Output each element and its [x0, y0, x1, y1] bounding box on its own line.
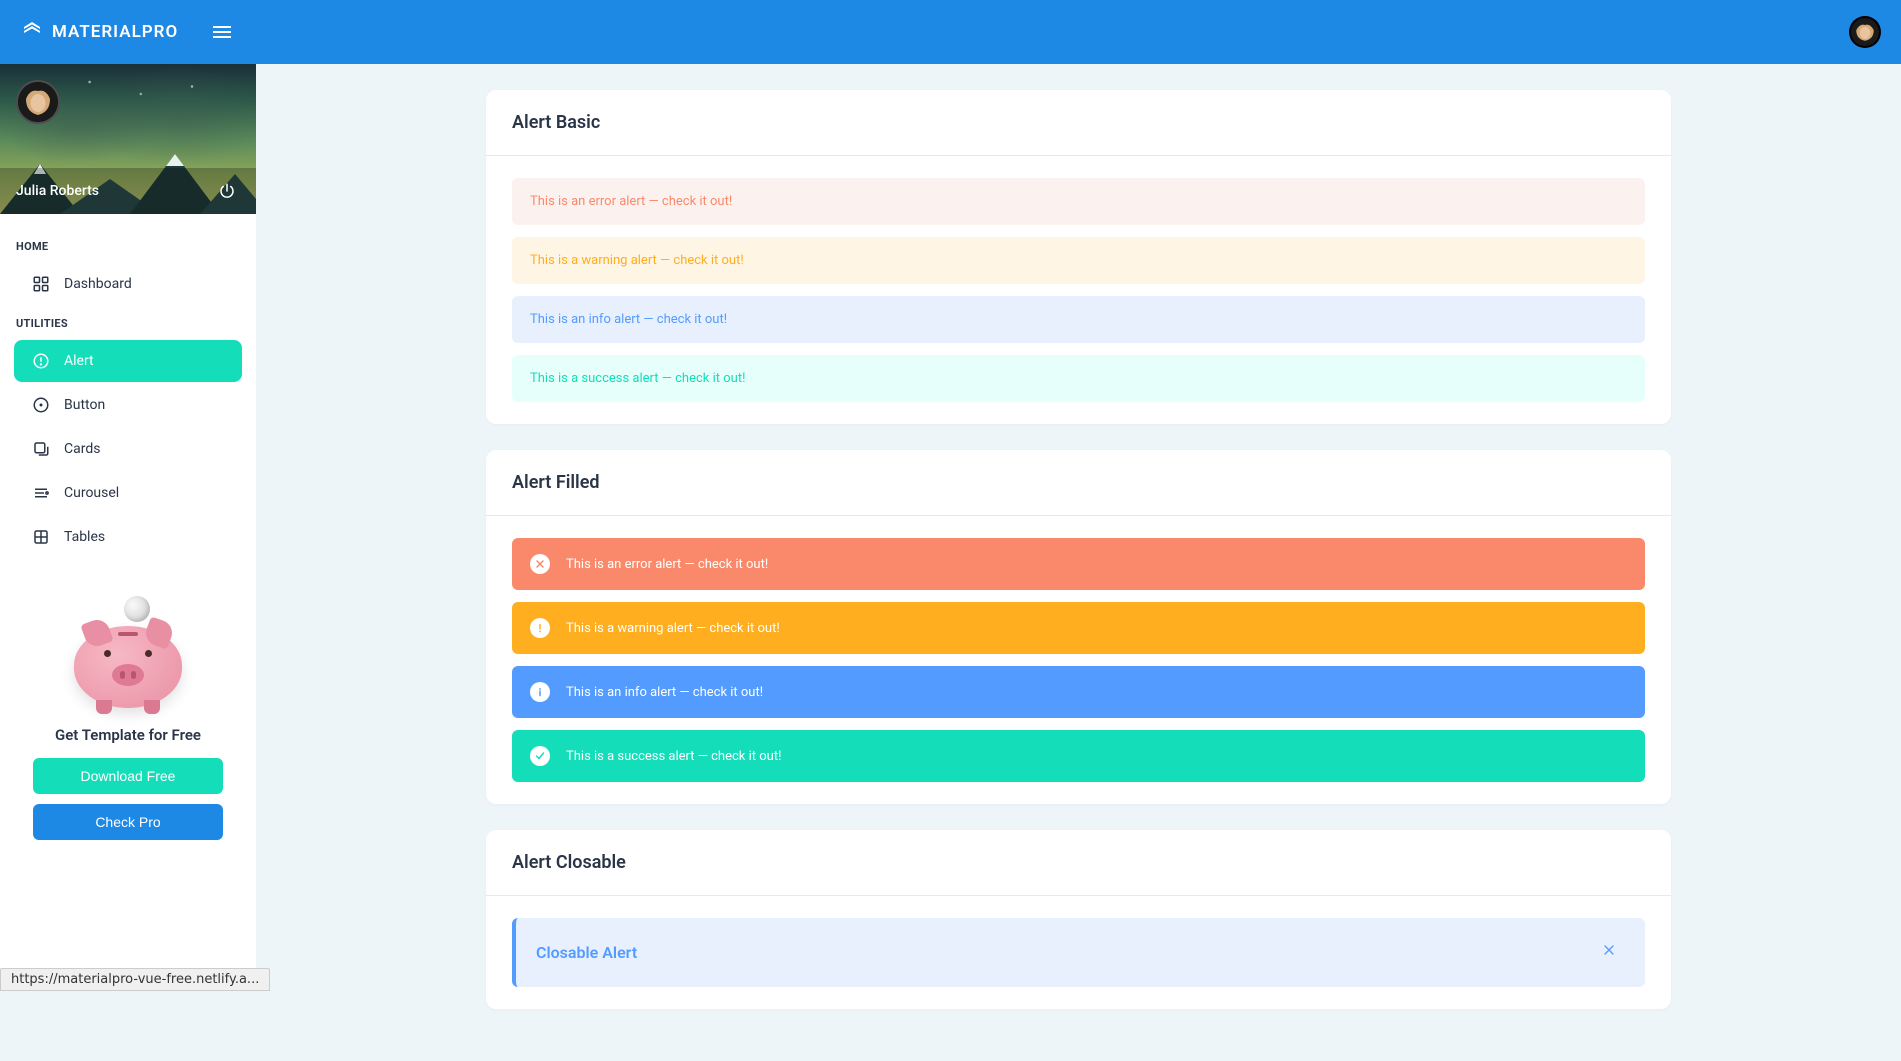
profile-background: Julia Roberts	[0, 64, 256, 214]
alert-text: This is an error alert — check it out!	[530, 194, 732, 209]
user-avatar-button[interactable]	[1849, 16, 1881, 48]
download-free-button[interactable]: Download Free	[33, 758, 223, 794]
menu-toggle-button[interactable]	[202, 12, 242, 52]
alert-closable: Closable Alert	[512, 918, 1645, 987]
promo-box: Get Template for Free Download Free Chec…	[0, 576, 256, 874]
warning-circle-icon	[530, 618, 550, 638]
check-pro-button[interactable]: Check Pro	[33, 804, 223, 840]
alert-basic-info: This is an info alert — check it out!	[512, 296, 1645, 343]
close-icon	[1601, 942, 1617, 958]
topbar: MATERIALPRO	[0, 0, 1901, 64]
button-icon	[32, 396, 50, 414]
alert-text: This is an error alert — check it out!	[566, 557, 768, 572]
brand-text: MATERIALPRO	[52, 22, 178, 42]
promo-title: Get Template for Free	[16, 726, 240, 744]
sidebar-nav: HOME Dashboard UTILITIES Alert Button Ca…	[0, 214, 256, 576]
alert-filled-warning: This is a warning alert — check it out!	[512, 602, 1645, 654]
nav-heading-utilities: UTILITIES	[0, 307, 256, 338]
card-title: Alert Closable	[512, 852, 1645, 873]
dashboard-icon	[32, 275, 50, 293]
profile-row: Julia Roberts	[0, 168, 256, 214]
brand-icon	[20, 20, 44, 44]
browser-status-bar: https://materialpro-vue-free.netlify.a..…	[0, 968, 270, 991]
sidebar-item-alert[interactable]: Alert	[14, 340, 242, 382]
card-title: Alert Filled	[512, 472, 1645, 493]
sidebar: Julia Roberts HOME Dashboard UTILITIES A…	[0, 64, 256, 991]
nav-label: Tables	[64, 529, 105, 545]
power-icon	[218, 182, 236, 200]
alert-text: This is a warning alert — check it out!	[566, 621, 780, 636]
nav-heading-home: HOME	[0, 230, 256, 261]
cards-icon	[32, 440, 50, 458]
alert-basic-warning: This is a warning alert — check it out!	[512, 237, 1645, 284]
carousel-icon	[32, 484, 50, 502]
alert-filled-info: This is an info alert — check it out!	[512, 666, 1645, 718]
sidebar-item-carousel[interactable]: Curousel	[14, 472, 242, 514]
alert-filled-error: This is an error alert — check it out!	[512, 538, 1645, 590]
alert-text: This is a success alert — check it out!	[530, 371, 745, 386]
brand-logo[interactable]: MATERIALPRO	[20, 20, 178, 44]
avatar-icon	[1851, 18, 1879, 46]
alert-basic-success: This is a success alert — check it out!	[512, 355, 1645, 402]
alert-filled-success: This is a success alert — check it out!	[512, 730, 1645, 782]
close-alert-button[interactable]	[1593, 938, 1625, 967]
sidebar-item-tables[interactable]: Tables	[14, 516, 242, 558]
avatar-icon	[18, 82, 58, 122]
nav-label: Button	[64, 397, 105, 413]
card-title: Alert Basic	[512, 112, 1645, 133]
error-circle-icon	[530, 554, 550, 574]
piggy-illustration	[63, 596, 193, 716]
alert-text: This is a success alert — check it out!	[566, 749, 781, 764]
nav-label: Curousel	[64, 485, 119, 501]
alert-text: This is an info alert — check it out!	[530, 312, 727, 327]
nav-label: Dashboard	[64, 276, 132, 292]
alert-text: This is an info alert — check it out!	[566, 685, 763, 700]
logout-button[interactable]	[214, 178, 240, 204]
profile-avatar[interactable]	[16, 80, 60, 124]
tables-icon	[32, 528, 50, 546]
success-circle-icon	[530, 746, 550, 766]
alert-closable-card: Alert Closable Closable Alert	[486, 830, 1671, 1009]
sidebar-item-button[interactable]: Button	[14, 384, 242, 426]
closable-alert-title: Closable Alert	[536, 943, 637, 962]
alert-filled-card: Alert Filled This is an error alert — ch…	[486, 450, 1671, 804]
nav-label: Alert	[64, 353, 94, 369]
alert-basic-card: Alert Basic This is an error alert — che…	[486, 90, 1671, 424]
sidebar-item-cards[interactable]: Cards	[14, 428, 242, 470]
alert-basic-error: This is an error alert — check it out!	[512, 178, 1645, 225]
main-content: Alert Basic This is an error alert — che…	[256, 64, 1901, 1061]
sidebar-item-dashboard[interactable]: Dashboard	[14, 263, 242, 305]
hamburger-icon	[210, 20, 234, 44]
info-circle-icon	[530, 682, 550, 702]
profile-name: Julia Roberts	[16, 183, 99, 199]
alert-text: This is a warning alert — check it out!	[530, 253, 744, 268]
alert-icon	[32, 352, 50, 370]
nav-label: Cards	[64, 441, 100, 457]
